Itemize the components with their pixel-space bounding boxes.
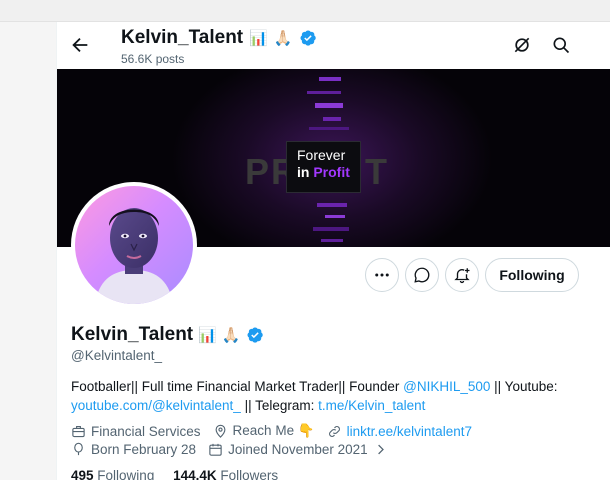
back-arrow-icon[interactable] [69, 34, 91, 56]
banner-line2: in Profit [297, 164, 350, 181]
bio-text-2: || Youtube: [490, 379, 558, 394]
banner-line2-prefix: in [297, 164, 314, 180]
bio-mention-link[interactable]: @NIKHIL_500 [403, 379, 490, 394]
profile-bio: Footballer|| Full time Financial Market … [71, 377, 601, 415]
search-icon[interactable] [551, 35, 571, 55]
pray-emoji-icon: 🙏🏻 [221, 327, 241, 344]
following-label: Following [97, 468, 155, 480]
balloon-icon [74, 442, 83, 456]
following-button[interactable]: Following [485, 258, 579, 292]
calendar-icon [209, 443, 222, 456]
message-icon [414, 267, 430, 283]
meta-website-link[interactable]: linktr.ee/kelvintalent7 [347, 424, 472, 439]
avatar-image [75, 186, 193, 304]
chevron-right-icon [377, 444, 384, 455]
bio-youtube-link[interactable]: youtube.com/@kelvintalent_ [71, 398, 241, 413]
location-pin-icon [215, 424, 225, 438]
followers-stat[interactable]: 144.4K Followers [173, 468, 278, 480]
message-button[interactable] [405, 258, 439, 292]
briefcase-icon [72, 425, 85, 437]
verified-badge-icon[interactable] [246, 326, 264, 344]
profile-meta-row-2: Born February 28 Joined November 2021 [71, 442, 400, 457]
grok-icon[interactable] [512, 35, 532, 55]
bio-text-3: || Telegram: [240, 398, 319, 413]
header-name: Kelvin_Talent 📊 🙏🏻 [121, 27, 317, 49]
chart-emoji-icon: 📊 [249, 30, 268, 47]
profile-name: Kelvin_Talent 📊 🙏🏻 [71, 324, 264, 346]
meta-category-text: Financial Services [91, 423, 201, 439]
chart-emoji-icon: 📊 [198, 327, 217, 344]
meta-birthday-text: Born February 28 [91, 442, 197, 457]
followers-count: 144.4K [173, 468, 217, 480]
pray-emoji-icon: 🙏🏻 [273, 30, 293, 47]
following-count: 495 [71, 468, 94, 480]
follow-stats: 495 Following 144.4K Followers [71, 468, 278, 480]
profile-column: Kelvin_Talent 📊 🙏🏻 56.6K posts PROFIT Fo… [56, 22, 610, 480]
meta-location: Reach Me 👇 [213, 423, 315, 439]
post-count: 56.6K posts [121, 52, 185, 66]
meta-joined[interactable]: Joined November 2021 [208, 442, 388, 457]
profile-name-text: Kelvin_Talent [71, 324, 194, 345]
bio-telegram-link[interactable]: t.me/Kelvin_talent [318, 398, 425, 413]
meta-category: Financial Services [71, 424, 201, 439]
meta-birthday: Born February 28 [71, 442, 196, 457]
profile-header: Kelvin_Talent 📊 🙏🏻 56.6K posts [57, 22, 610, 68]
bio-text-1: Footballer|| Full time Financial Market … [71, 379, 404, 394]
meta-website[interactable]: linktr.ee/kelvintalent7 [327, 424, 472, 439]
avatar[interactable] [71, 182, 197, 308]
more-options-button[interactable] [365, 258, 399, 292]
bell-plus-icon [454, 268, 470, 284]
followers-label: Followers [220, 468, 279, 480]
header-name-text: Kelvin_Talent [121, 27, 244, 48]
avatar-portrait-icon [95, 208, 173, 304]
profile-meta-row-1: Financial Services Reach Me 👇 linktr.ee/… [71, 423, 484, 439]
following-stat[interactable]: 495 Following [71, 468, 154, 480]
notifications-button[interactable] [445, 258, 479, 292]
banner-title-box: Forever in Profit [286, 141, 361, 193]
verified-badge-icon [300, 30, 316, 46]
more-icon [375, 273, 389, 277]
link-icon [328, 425, 340, 437]
browser-strip [0, 0, 610, 22]
profile-handle: @Kelvintalent_ [71, 348, 163, 363]
banner-line2-highlight: Profit [313, 164, 350, 180]
meta-joined-text: Joined November 2021 [228, 442, 368, 457]
meta-location-text: Reach Me 👇 [232, 423, 315, 438]
banner-line1: Forever [297, 147, 346, 163]
